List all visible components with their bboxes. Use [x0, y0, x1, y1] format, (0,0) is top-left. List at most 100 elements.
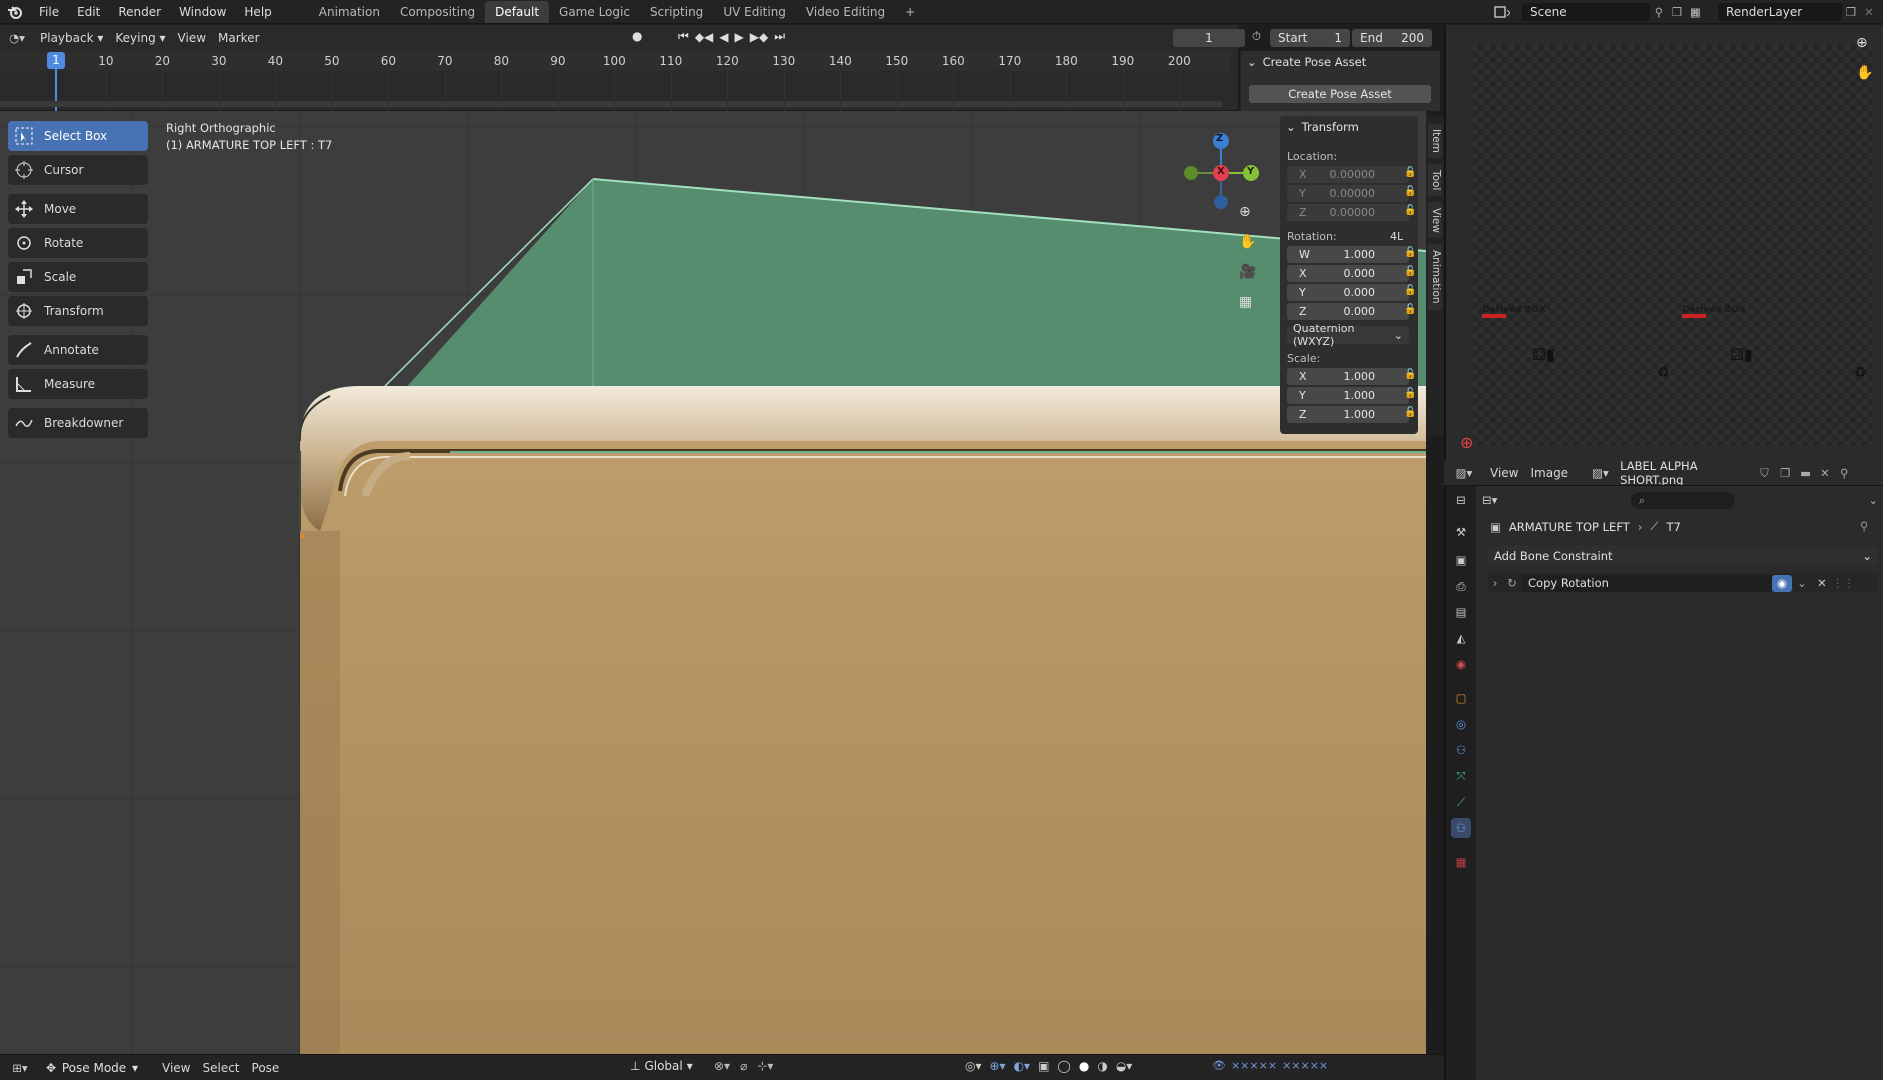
tab-animation[interactable]: Animation — [309, 1, 390, 23]
tool-breakdowner[interactable]: Breakdowner — [8, 408, 148, 438]
image-name-field[interactable]: LABEL ALPHA SHORT.png — [1620, 459, 1760, 487]
editor-type-icon[interactable]: ⊞▾ — [0, 1061, 40, 1075]
layer-toggle-icon[interactable]: ⨯⨯⨯⨯⨯ — [1231, 1059, 1277, 1072]
stopwatch-icon[interactable]: ⏱ — [1252, 29, 1261, 44]
menu-help[interactable]: Help — [235, 0, 280, 24]
scale-z-field[interactable]: Z 1.000 — [1287, 406, 1409, 423]
drag-handle-icon[interactable]: ⋮⋮ — [1832, 576, 1855, 590]
eye-icon[interactable]: ◉ — [1772, 574, 1792, 592]
tool-transform[interactable]: Transform — [8, 296, 148, 326]
tab-default[interactable]: Default — [485, 1, 550, 23]
image-browse-icon[interactable]: ▨▾ — [1592, 466, 1620, 480]
timeline-scrollbar[interactable] — [0, 101, 1222, 107]
rotation-4l-toggle[interactable]: 4L — [1390, 230, 1403, 243]
menu-marker[interactable]: Marker — [212, 29, 265, 47]
scene-icon[interactable] — [1494, 5, 1522, 19]
menu-window[interactable]: Window — [170, 0, 235, 24]
playhead[interactable]: 1 — [47, 52, 65, 69]
tab-uv-editing[interactable]: UV Editing — [713, 1, 796, 23]
scale-x-field[interactable]: X 1.000 — [1287, 368, 1409, 385]
jump-end-icon[interactable]: ⏭ — [774, 29, 785, 44]
add-bone-constraint-dropdown[interactable]: Add Bone Constraint ⌄ — [1488, 546, 1878, 565]
view-layer-icon[interactable]: ▦ — [1690, 5, 1718, 19]
new-image-icon[interactable]: ❐ — [1780, 466, 1800, 480]
snap-icon[interactable]: ⌀ — [740, 1059, 747, 1073]
new-scene-icon[interactable]: ❐ — [1668, 5, 1686, 19]
tool-measure[interactable]: Measure — [8, 369, 148, 399]
lock-icon[interactable]: 🔓 — [1404, 205, 1416, 216]
current-frame-field[interactable]: 1 — [1173, 29, 1245, 47]
search-input[interactable]: ⌕ — [1630, 491, 1735, 509]
eye-icon[interactable]: 👁 — [1212, 1059, 1226, 1072]
layer-toggle-icon[interactable]: ⨯⨯⨯⨯⨯ — [1282, 1059, 1328, 1072]
lock-icon[interactable]: 🔓 — [1404, 285, 1416, 296]
play-reverse-icon[interactable]: ◀ — [719, 30, 728, 44]
bone-tab-icon[interactable]: ⟋ — [1451, 792, 1471, 812]
object-tab-icon[interactable]: ▢ — [1451, 688, 1471, 708]
xray-icon[interactable]: ▣ — [1038, 1059, 1049, 1073]
menu-render[interactable]: Render — [109, 0, 170, 24]
menu-edit[interactable]: Edit — [68, 0, 109, 24]
camera-icon[interactable]: 🎥 — [1239, 264, 1256, 280]
next-keyframe-icon[interactable]: ▶◆ — [750, 30, 768, 44]
tab-view[interactable]: View — [1428, 202, 1442, 238]
location-z-field[interactable]: Z 0.00000 — [1287, 204, 1409, 221]
lock-icon[interactable]: 🔓 — [1404, 186, 1416, 197]
rotation-w-field[interactable]: W 1.000 — [1287, 246, 1409, 263]
tool-scale[interactable]: Scale — [8, 262, 148, 292]
object-data-tab-icon[interactable]: ⤧ — [1451, 766, 1471, 786]
menu-pose[interactable]: Pose — [246, 1059, 286, 1077]
view-layer-field[interactable]: RenderLayer — [1718, 3, 1842, 21]
lock-icon[interactable]: 🔓 — [1404, 407, 1416, 418]
rotation-mode-dropdown[interactable]: Quaternion (WXYZ) ⌄ — [1287, 322, 1409, 348]
start-frame-field[interactable]: Start 1 — [1270, 29, 1350, 47]
rendered-shading-icon[interactable]: ◒▾ — [1116, 1059, 1133, 1073]
new-layer-icon[interactable]: ❐ — [1842, 5, 1860, 19]
editor-type-icon[interactable]: ◔▾ — [0, 25, 34, 51]
editor-type-icon[interactable]: ▨▾ — [1444, 466, 1484, 480]
tab-item[interactable]: Item — [1428, 124, 1442, 158]
lock-icon[interactable]: 🔓 — [1404, 304, 1416, 315]
menu-view-bottom[interactable]: View — [156, 1059, 196, 1077]
chevron-down-icon[interactable]: ⌄ — [1868, 493, 1878, 507]
pin-icon[interactable]: ⚲ — [1860, 519, 1868, 533]
frame-ruler[interactable]: 10 20 30 40 50 60 70 80 90 100 110 120 130 140 150 160 1… — [0, 51, 1230, 71]
tab-video-editing[interactable]: Video Editing — [796, 1, 895, 23]
mode-dropdown[interactable]: ✥ Pose Mode ▾ — [40, 1059, 144, 1077]
lock-icon[interactable]: 🔓 — [1404, 167, 1416, 178]
tool-rotate[interactable]: Rotate — [8, 228, 148, 258]
tool-annotate[interactable]: Annotate — [8, 335, 148, 365]
timeline-area[interactable]: 10 20 30 40 50 60 70 80 90 100 110 120 130 140 150 160 1… — [0, 51, 1238, 111]
world-tab-icon[interactable]: ◉ — [1451, 654, 1471, 674]
location-x-field[interactable]: X 0.00000 — [1287, 166, 1409, 183]
scene-tab-icon[interactable]: ◭ — [1451, 628, 1471, 648]
scale-y-field[interactable]: Y 1.000 — [1287, 387, 1409, 404]
record-icon[interactable]: ● — [632, 29, 642, 43]
display-mode-icon[interactable]: ⊟▾ — [1482, 493, 1497, 507]
lock-icon[interactable]: 🔓 — [1404, 369, 1416, 380]
close-icon[interactable]: ✕ — [1820, 466, 1840, 480]
output-tab-icon[interactable]: ⎙ — [1451, 576, 1471, 596]
add-workspace-button[interactable]: + — [895, 1, 925, 23]
open-folder-icon[interactable]: ▬ — [1800, 466, 1820, 480]
visibility-icon[interactable]: ◎▾ — [965, 1059, 982, 1073]
jump-start-icon[interactable]: ⏮ — [678, 29, 689, 44]
bone-constraint-tab-icon[interactable]: ⚇ — [1451, 818, 1471, 838]
image-canvas[interactable]: Derived BOX Derived BOX ⚃▮ ♻ ⚃▮ ♻ — [1472, 45, 1872, 445]
end-frame-field[interactable]: End 200 — [1352, 29, 1432, 47]
view-layer-tab-icon[interactable]: ▤ — [1451, 602, 1471, 622]
pivot-icon[interactable]: ⊗▾ — [714, 1059, 730, 1073]
tool-cursor[interactable]: Cursor — [8, 155, 148, 185]
location-y-field[interactable]: Y 0.00000 — [1287, 185, 1409, 202]
chevron-down-icon[interactable]: ⌄ — [1792, 576, 1812, 590]
tab-compositing[interactable]: Compositing — [390, 1, 485, 23]
tab-tool[interactable]: Tool — [1428, 164, 1442, 196]
render-tab-icon[interactable]: ▣ — [1451, 550, 1471, 570]
pose-panel-header[interactable]: ⌄ Create Pose Asset — [1247, 55, 1366, 69]
close-icon[interactable]: ✕ — [1812, 576, 1832, 590]
wireframe-shading-icon[interactable]: ◯ — [1057, 1059, 1070, 1073]
snap-target-icon[interactable]: ⊹▾ — [757, 1059, 773, 1073]
physics-tab-icon[interactable]: ◎ — [1451, 714, 1471, 734]
fake-user-icon[interactable]: ⛉ — [1760, 466, 1780, 481]
gizmo-toggle-icon[interactable]: ⊕▾ — [990, 1059, 1006, 1073]
